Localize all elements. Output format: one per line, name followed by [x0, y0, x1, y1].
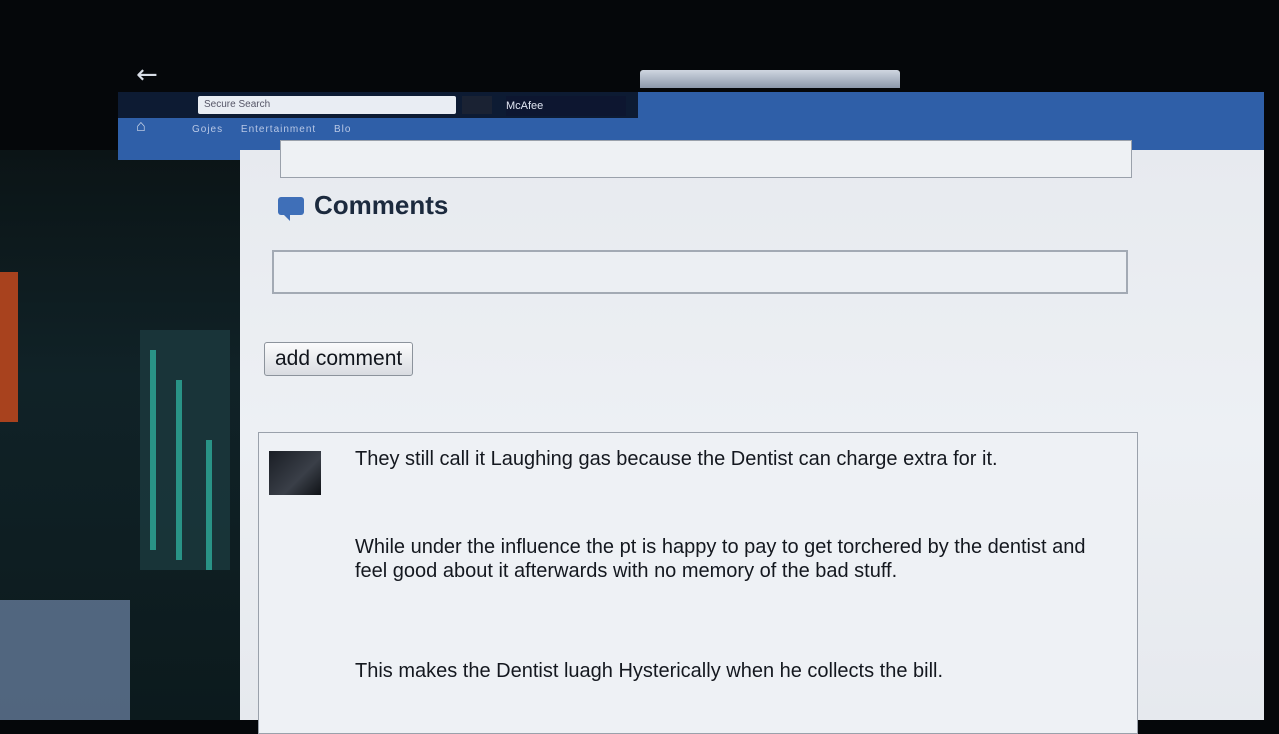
bookmark-link[interactable]: Gojes [192, 124, 223, 135]
comment-paragraph: While under the influence the pt is happ… [355, 536, 1086, 582]
security-extension-label[interactable]: McAfee [506, 96, 626, 116]
comment-paragraph: This makes the Dentist luagh Hystericall… [355, 660, 944, 682]
page-content: Comments add comment They still call it … [240, 140, 1264, 734]
comment-input[interactable] [272, 250, 1128, 294]
comment-paragraph: They still call it Laughing gas because … [355, 448, 998, 470]
desktop-background-rail [206, 440, 212, 570]
comments-title: Comments [314, 190, 449, 220]
comments-header: Comments [278, 190, 448, 221]
home-icon[interactable]: ⌂ [136, 118, 154, 136]
desktop-background-panel [0, 600, 130, 720]
browser-tab[interactable] [640, 70, 900, 88]
back-arrow-icon[interactable]: ← [136, 60, 158, 90]
speech-bubble-icon [278, 196, 304, 221]
comment-item: They still call it Laughing gas because … [258, 432, 1138, 734]
search-input[interactable]: Secure Search [198, 96, 456, 114]
bookmark-link[interactable]: Entertainment [241, 124, 316, 135]
avatar[interactable] [269, 451, 321, 495]
desktop-background-accent [0, 272, 18, 422]
search-icon[interactable] [462, 96, 492, 114]
bookmarks-bar: Gojes Entertainment Blo [192, 124, 365, 135]
previous-field[interactable] [280, 140, 1132, 178]
add-comment-button[interactable]: add comment [264, 342, 414, 376]
desktop-background-rail [150, 350, 156, 550]
bookmark-link[interactable]: Blo [334, 124, 351, 135]
desktop-background-rail [176, 380, 182, 560]
